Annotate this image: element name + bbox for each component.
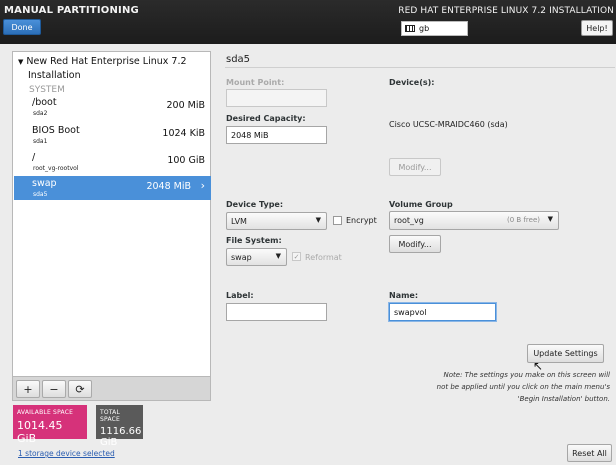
name-input[interactable]: swapvol (389, 303, 496, 321)
modify-devices-button[interactable]: Modify... (389, 158, 441, 176)
remove-mount-point-button[interactable]: − (42, 380, 66, 398)
mount-point-size: 100 GiB (167, 155, 205, 166)
volume-group-free: (0 B free) (507, 216, 540, 224)
available-space-badge: AVAILABLE SPACE 1014.45 GiB (13, 405, 87, 445)
total-space-badge: TOTAL SPACE 1116.66 GiB (96, 405, 143, 448)
dropdown-caret-icon: ▼ (547, 215, 553, 223)
keyboard-layout-value: gb (419, 24, 430, 33)
mount-point-size: 2048 MiB (146, 181, 191, 192)
storage-device-link[interactable]: 1 storage device selected (18, 449, 115, 458)
mount-point-input[interactable] (226, 89, 327, 107)
partition-title: sda5 (226, 54, 251, 65)
system-section-label: SYSTEM (29, 85, 65, 95)
reformat-label: Reformat (305, 253, 342, 262)
volume-group-label: Volume Group (389, 200, 453, 209)
volume-group-select[interactable]: root_vg (0 B free) ▼ (389, 211, 559, 230)
total-space-label: TOTAL SPACE (100, 409, 121, 423)
mount-point-bios-boot[interactable]: BIOS Boot sda1 1024 KiB (14, 123, 211, 147)
installation-group-header[interactable]: ▼ New Red Hat Enterprise Linux 7.2 Instal… (18, 55, 187, 82)
mount-point-root[interactable]: / root_vg-rootvol 100 GiB (14, 150, 211, 174)
product-title: RED HAT ENTERPRISE LINUX 7.2 INSTALLATIO… (398, 6, 614, 16)
mount-point-device: root_vg-rootvol (33, 165, 79, 172)
mount-point-name: / (32, 152, 36, 163)
name-field-label: Name: (389, 291, 419, 300)
mount-point-name: /boot (32, 97, 57, 108)
desired-capacity-label: Desired Capacity: (226, 114, 306, 123)
volume-group-value: root_vg (394, 216, 424, 225)
reformat-checkbox[interactable]: ✓ (292, 252, 301, 261)
keyboard-layout-indicator[interactable]: gb (401, 21, 468, 36)
done-button[interactable]: Done (3, 19, 41, 35)
mount-point-device: sda2 (33, 110, 48, 117)
mount-point-name: swap (32, 178, 57, 189)
device-type-select[interactable]: LVM ▼ (226, 212, 327, 230)
chevron-right-icon: › (200, 179, 205, 192)
mount-point-device: sda5 (33, 191, 48, 198)
mount-point-size: 1024 KiB (162, 128, 205, 139)
page-title: MANUAL PARTITIONING (4, 5, 139, 16)
available-space-value: 1014.45 GiB (17, 419, 63, 445)
device-value: Cisco UCSC-MRAIDC460 (sda) (389, 120, 508, 129)
device-type-label: Device Type: (226, 200, 284, 209)
mount-point-label: Mount Point: (226, 78, 285, 87)
devices-label: Device(s): (389, 78, 435, 87)
mount-point-toolbar: + − ⟳ (13, 376, 210, 400)
device-type-value: LVM (231, 216, 247, 226)
label-field-label: Label: (226, 291, 254, 300)
available-space-label: AVAILABLE SPACE (17, 409, 74, 416)
mount-point-size: 200 MiB (166, 100, 205, 111)
help-button[interactable]: Help! (581, 20, 613, 36)
mount-point-list: ▼ New Red Hat Enterprise Linux 7.2 Instal… (12, 51, 211, 401)
refresh-button[interactable]: ⟳ (68, 380, 92, 398)
mount-point-swap[interactable]: swap sda5 2048 MiB › (14, 176, 211, 200)
dropdown-caret-icon: ▼ (275, 252, 281, 260)
add-mount-point-button[interactable]: + (16, 380, 40, 398)
modify-volume-group-button[interactable]: Modify... (389, 235, 441, 253)
file-system-select[interactable]: swap ▼ (226, 248, 287, 266)
desired-capacity-input[interactable]: 2048 MiB (226, 126, 327, 144)
settings-note: Note: The settings you make on this scre… (436, 371, 610, 403)
keyboard-icon (405, 25, 415, 32)
top-bar: MANUAL PARTITIONING Done RED HAT ENTERPR… (0, 0, 616, 44)
file-system-label: File System: (226, 236, 282, 245)
total-space-value: 1116.66 GiB (100, 426, 142, 448)
dropdown-caret-icon: ▼ (315, 216, 321, 224)
reset-all-button[interactable]: Reset All (567, 444, 612, 462)
mount-point-boot[interactable]: /boot sda2 200 MiB (14, 95, 211, 119)
encrypt-checkbox[interactable] (333, 216, 342, 225)
encrypt-label: Encrypt (346, 216, 377, 225)
file-system-value: swap (231, 252, 252, 262)
group-title-line2: Installation (28, 70, 81, 81)
divider (225, 67, 615, 68)
collapse-arrow-icon: ▼ (18, 58, 24, 66)
mount-point-name: BIOS Boot (32, 125, 80, 136)
label-input[interactable] (226, 303, 327, 321)
group-title-line1: New Red Hat Enterprise Linux 7.2 (26, 56, 187, 67)
mount-point-device: sda1 (33, 138, 48, 145)
